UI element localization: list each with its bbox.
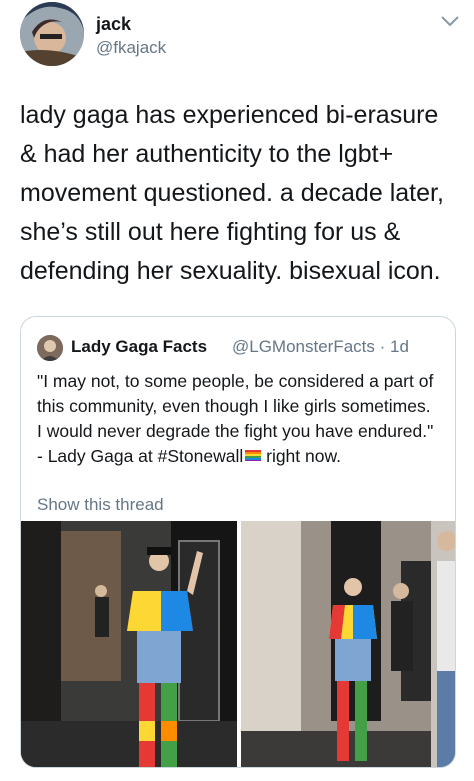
tweet-header: jack @fkajack — [20, 0, 460, 70]
quoted-avatar[interactable] — [37, 335, 63, 361]
quoted-text-tail: right now. — [261, 446, 342, 466]
quoted-photo-2[interactable] — [241, 521, 455, 767]
chevron-down-icon[interactable] — [440, 14, 460, 28]
author-name[interactable]: jack — [96, 14, 131, 35]
tweet-text: lady gaga has experienced bi-erasure & h… — [20, 101, 444, 285]
quoted-tweet[interactable]: Lady Gaga Facts @LGMonsterFacts · 1d "I … — [20, 316, 456, 768]
quoted-handle-time[interactable]: @LGMonsterFacts · 1d — [232, 337, 409, 357]
quoted-text-body: "I may not, to some people, be considere… — [37, 371, 434, 466]
quoted-text: "I may not, to some people, be considere… — [37, 369, 437, 469]
quoted-photo-1[interactable] — [21, 521, 237, 767]
rainbow-flag-emoji — [245, 450, 262, 461]
author-handle[interactable]: @fkajack — [96, 38, 166, 58]
show-thread-link[interactable]: Show this thread — [37, 495, 164, 515]
quoted-author-name[interactable]: Lady Gaga Facts — [71, 337, 207, 357]
avatar[interactable] — [20, 2, 84, 66]
